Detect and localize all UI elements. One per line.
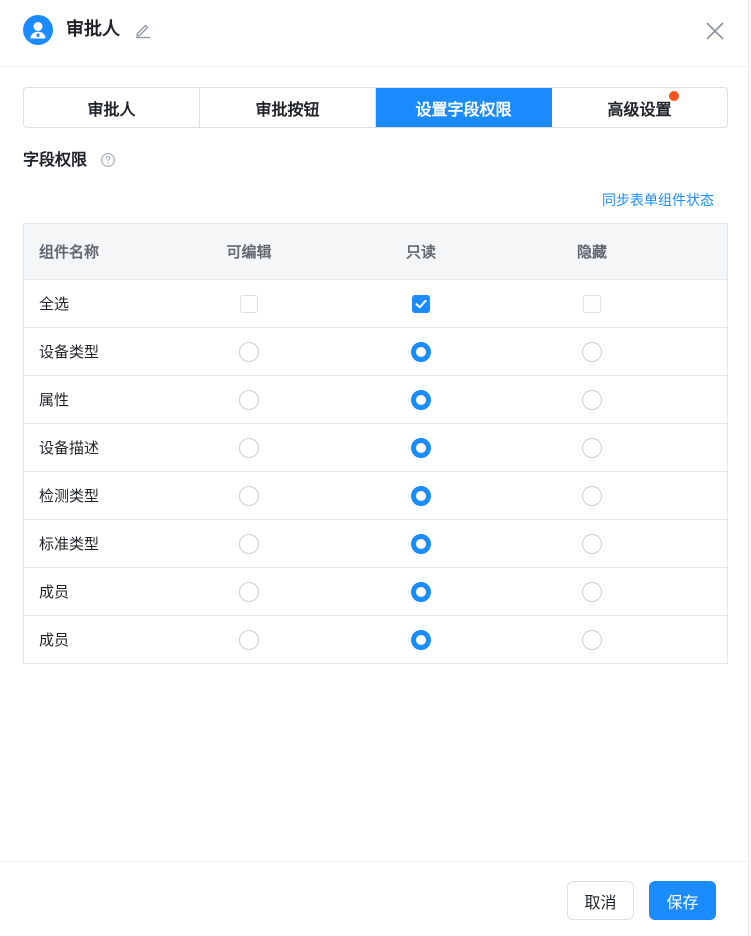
- editable-radio[interactable]: [239, 485, 259, 506]
- tab-label: 高级设置: [607, 99, 672, 119]
- field-name: 成员: [39, 631, 70, 649]
- field-name: 检测类型: [39, 487, 100, 505]
- field-name: 属性: [39, 391, 70, 409]
- section-title: 字段权限: [23, 150, 88, 169]
- table-row: 标准类型: [24, 520, 727, 568]
- panel-footer: 取消 保存: [0, 861, 749, 936]
- table-row: 检测类型: [24, 472, 727, 520]
- tab-field-permissions[interactable]: 设置字段权限: [376, 88, 552, 127]
- hidden-radio[interactable]: [582, 437, 602, 458]
- question-circle-icon[interactable]: [100, 152, 116, 168]
- settings-tabs: 审批人 审批按钮 设置字段权限 高级设置: [23, 87, 728, 128]
- field-name: 设备类型: [39, 343, 100, 361]
- column-header-readonly: 只读: [405, 243, 436, 261]
- readonly-radio[interactable]: [411, 581, 431, 602]
- hidden-radio[interactable]: [582, 389, 602, 410]
- editable-radio[interactable]: [239, 389, 259, 410]
- select-all-row: 全选: [24, 280, 727, 328]
- table-row: 成员: [24, 616, 727, 664]
- table-row: 成员: [24, 568, 727, 616]
- editable-radio[interactable]: [239, 629, 259, 650]
- select-all-hidden-checkbox[interactable]: [583, 294, 601, 313]
- field-permission-table: 组件名称 可编辑 只读 隐藏 全选 设备类型 属性 设备描述 检测类型 标准类型…: [23, 223, 728, 664]
- tab-label: 审批按钮: [255, 99, 320, 119]
- sync-form-status-link[interactable]: 同步表单组件状态: [602, 191, 714, 211]
- table-row: 设备类型: [24, 328, 727, 376]
- select-all-readonly-checkbox[interactable]: [412, 294, 430, 313]
- table-row: 属性: [24, 376, 727, 424]
- editable-radio[interactable]: [239, 341, 259, 362]
- user-avatar-icon: [23, 15, 53, 45]
- page-title: 审批人: [66, 19, 120, 40]
- notification-badge: [669, 91, 679, 101]
- tab-approval-buttons[interactable]: 审批按钮: [200, 88, 376, 127]
- close-icon[interactable]: [704, 20, 726, 42]
- readonly-radio[interactable]: [411, 629, 431, 650]
- column-header-editable: 可编辑: [226, 243, 272, 261]
- hidden-radio[interactable]: [582, 581, 602, 602]
- tab-advanced-settings[interactable]: 高级设置: [552, 88, 727, 127]
- tab-approver[interactable]: 审批人: [24, 88, 200, 127]
- select-all-editable-checkbox[interactable]: [240, 294, 258, 313]
- hidden-radio[interactable]: [582, 533, 602, 554]
- editable-radio[interactable]: [239, 581, 259, 602]
- pencil-icon[interactable]: [134, 21, 152, 39]
- save-button[interactable]: 保存: [649, 881, 716, 920]
- editable-radio[interactable]: [239, 533, 259, 554]
- field-name: 设备描述: [39, 439, 100, 457]
- field-name: 成员: [39, 583, 70, 601]
- readonly-radio[interactable]: [411, 437, 431, 458]
- column-header-name: 组件名称: [39, 243, 100, 261]
- cancel-button[interactable]: 取消: [567, 881, 634, 920]
- editable-radio[interactable]: [239, 437, 259, 458]
- approver-settings-panel: 审批人 审批人 审批按钮 设置字段权限 高级设置 字段权限 同步表单组件状态 组…: [0, 0, 749, 936]
- panel-header: 审批人: [0, 0, 749, 67]
- readonly-radio[interactable]: [411, 341, 431, 362]
- readonly-radio[interactable]: [411, 533, 431, 554]
- table-row: 设备描述: [24, 424, 727, 472]
- readonly-radio[interactable]: [411, 485, 431, 506]
- table-header-row: 组件名称 可编辑 只读 隐藏: [24, 224, 727, 280]
- hidden-radio[interactable]: [582, 341, 602, 362]
- tab-label: 设置字段权限: [415, 99, 512, 119]
- readonly-radio[interactable]: [411, 389, 431, 410]
- hidden-radio[interactable]: [582, 485, 602, 506]
- tab-label: 审批人: [87, 99, 136, 119]
- select-all-label: 全选: [39, 295, 70, 313]
- column-header-hidden: 隐藏: [576, 243, 607, 261]
- hidden-radio[interactable]: [582, 629, 602, 650]
- field-name: 标准类型: [39, 535, 100, 553]
